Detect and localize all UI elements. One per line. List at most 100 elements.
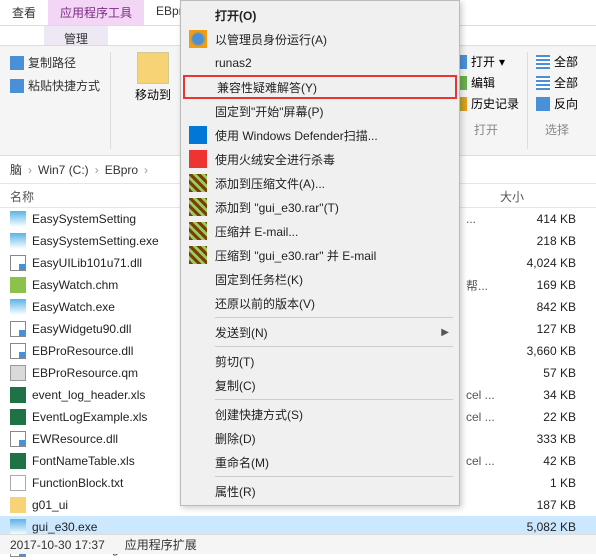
- menu-separator: [215, 346, 453, 347]
- menu-label: 发送到(N): [215, 324, 268, 341]
- bc-pc[interactable]: 脑: [10, 161, 22, 178]
- rar-icon: [189, 198, 207, 216]
- rar-icon: [189, 222, 207, 240]
- grid-icon: [536, 55, 550, 69]
- file-icon: [10, 343, 26, 359]
- status-bar: 2017-10-30 17:37 应用程序扩展: [0, 534, 596, 554]
- menu-item[interactable]: 添加到 "gui_e30.rar"(T): [183, 195, 457, 219]
- menu-label: 删除(D): [215, 430, 256, 447]
- menu-item[interactable]: 复制(C): [183, 373, 457, 397]
- tab-view[interactable]: 查看: [0, 0, 48, 25]
- file-icon: [10, 211, 26, 227]
- edit-button[interactable]: 编辑: [453, 73, 519, 92]
- col-size[interactable]: 大小: [490, 184, 534, 207]
- menu-label: 压缩并 E-mail...: [215, 223, 298, 240]
- file-type-cut: cel ...: [466, 454, 506, 468]
- file-size: 127 KB: [506, 322, 586, 336]
- menu-item[interactable]: 创建快捷方式(S): [183, 402, 457, 426]
- menu-separator: [215, 476, 453, 477]
- file-icon: [10, 365, 26, 381]
- file-name: gui_e30.exe: [32, 520, 466, 534]
- file-icon: [10, 453, 26, 469]
- file-size: 842 KB: [506, 300, 586, 314]
- select-all[interactable]: 全部: [536, 52, 578, 71]
- status-date: 2017-10-30 17:37: [10, 538, 105, 552]
- status-type: 应用程序扩展: [125, 536, 197, 553]
- shortcut-icon: [10, 79, 24, 93]
- menu-label: 使用 Windows Defender扫描...: [215, 127, 378, 144]
- grid-icon: [536, 76, 550, 90]
- bc-drive[interactable]: Win7 (C:): [38, 163, 89, 177]
- menu-item[interactable]: 删除(D): [183, 426, 457, 450]
- open-button[interactable]: 打开 ▾: [453, 52, 519, 71]
- file-size: 34 KB: [506, 388, 586, 402]
- menu-label: 以管理员身份运行(A): [215, 31, 327, 48]
- paste-shortcut[interactable]: 粘贴快捷方式: [10, 75, 100, 96]
- chevron-right-icon: ›: [28, 163, 32, 177]
- menu-item[interactable]: 使用 Windows Defender扫描...: [183, 123, 457, 147]
- menu-item[interactable]: 压缩到 "gui_e30.rar" 并 E-mail: [183, 243, 457, 267]
- menu-item[interactable]: 打开(O): [183, 3, 457, 27]
- file-icon: [10, 299, 26, 315]
- menu-item[interactable]: 固定到"开始"屏幕(P): [183, 99, 457, 123]
- menu-item[interactable]: 兼容性疑难解答(Y): [183, 75, 457, 99]
- file-icon: [10, 255, 26, 271]
- menu-label: 固定到任务栏(K): [215, 271, 303, 288]
- file-icon: [10, 233, 26, 249]
- select-group-label: 选择: [536, 121, 578, 138]
- menu-item[interactable]: 添加到压缩文件(A)...: [183, 171, 457, 195]
- file-size: 42 KB: [506, 454, 586, 468]
- file-icon: [10, 475, 26, 491]
- menu-separator: [215, 399, 453, 400]
- tab-manage[interactable]: 管理: [44, 26, 108, 45]
- open-group-label: 打开: [453, 121, 519, 138]
- chevron-right-icon: ▶: [441, 327, 449, 338]
- select-none[interactable]: 全部: [536, 73, 578, 92]
- fire-icon: [189, 150, 207, 168]
- menu-item[interactable]: 属性(R): [183, 479, 457, 503]
- menu-item[interactable]: 还原以前的版本(V): [183, 291, 457, 315]
- invert-selection[interactable]: 反向: [536, 94, 578, 113]
- move-to-button[interactable]: 移动到: [129, 52, 177, 149]
- menu-item[interactable]: 发送到(N) ▶: [183, 320, 457, 344]
- file-type-cut: cel ...: [466, 388, 506, 402]
- file-size: 218 KB: [506, 234, 586, 248]
- file-size: 22 KB: [506, 410, 586, 424]
- menu-label: 兼容性疑难解答(Y): [217, 79, 317, 96]
- file-type-cut: 帮...: [466, 277, 506, 294]
- menu-label: 打开(O): [215, 7, 256, 24]
- file-icon: [10, 387, 26, 403]
- menu-item[interactable]: 重命名(M): [183, 450, 457, 474]
- menu-item[interactable]: 剪切(T): [183, 349, 457, 373]
- menu-label: 还原以前的版本(V): [215, 295, 315, 312]
- menu-separator: [215, 317, 453, 318]
- file-icon: [10, 431, 26, 447]
- file-size: 169 KB: [506, 278, 586, 292]
- menu-item[interactable]: 使用火绒安全进行杀毒: [183, 147, 457, 171]
- shield-icon: [189, 30, 207, 48]
- menu-item[interactable]: 压缩并 E-mail...: [183, 219, 457, 243]
- rar-icon: [189, 174, 207, 192]
- tab-apptools[interactable]: 应用程序工具: [48, 0, 144, 25]
- menu-label: 重命名(M): [215, 454, 269, 471]
- menu-item[interactable]: 固定到任务栏(K): [183, 267, 457, 291]
- copy-path[interactable]: 复制路径: [10, 52, 100, 73]
- bc-folder[interactable]: EBpro: [105, 163, 138, 177]
- file-icon: [10, 409, 26, 425]
- menu-label: 固定到"开始"屏幕(P): [215, 103, 324, 120]
- menu-label: 使用火绒安全进行杀毒: [215, 151, 335, 168]
- menu-item[interactable]: runas2: [183, 51, 457, 75]
- menu-label: 添加到压缩文件(A)...: [215, 175, 325, 192]
- history-button[interactable]: 历史记录: [453, 94, 519, 113]
- menu-label: 添加到 "gui_e30.rar"(T): [215, 199, 339, 216]
- folder-move-icon: [137, 52, 169, 84]
- rar-icon: [189, 246, 207, 264]
- file-size: 1 KB: [506, 476, 586, 490]
- file-size: 333 KB: [506, 432, 586, 446]
- file-icon: [10, 277, 26, 293]
- menu-label: 复制(C): [215, 377, 256, 394]
- chevron-right-icon: ›: [95, 163, 99, 177]
- menu-item[interactable]: 以管理员身份运行(A): [183, 27, 457, 51]
- file-size: 57 KB: [506, 366, 586, 380]
- file-type-cut: ...: [466, 212, 506, 226]
